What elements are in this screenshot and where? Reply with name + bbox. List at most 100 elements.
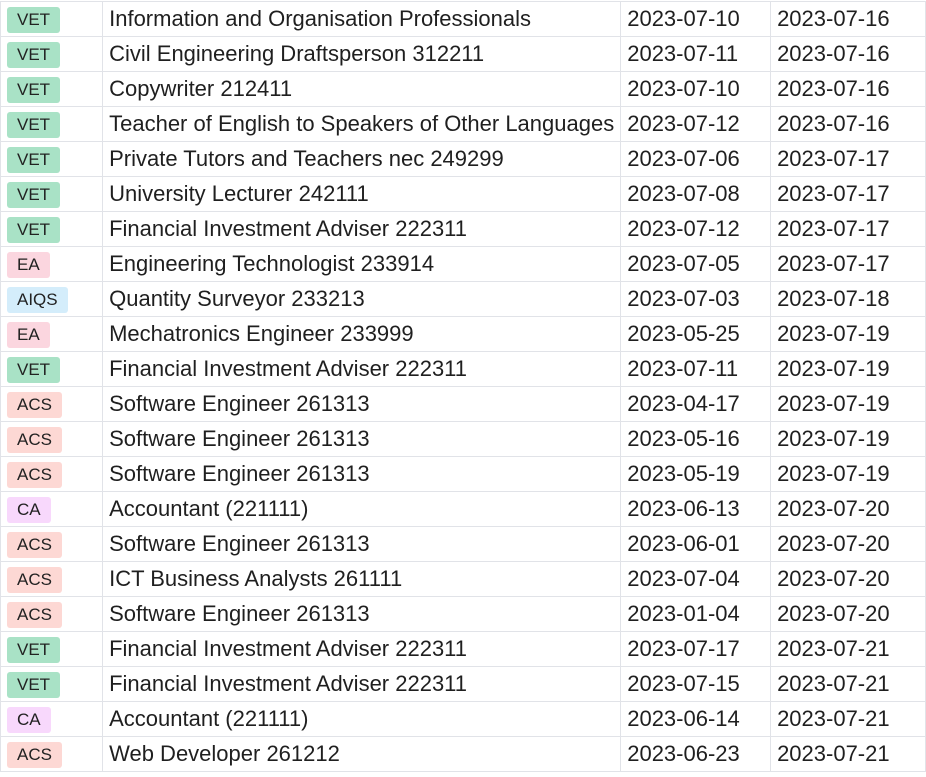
table-row[interactable]: VET Financial Investment Adviser 222311 … — [0, 211, 926, 247]
date2-cell[interactable]: 2023-07-18 — [770, 281, 926, 317]
date1-cell[interactable]: 2023-07-10 — [620, 1, 772, 37]
assessing-body-cell[interactable]: VET — [0, 176, 104, 212]
date2-cell[interactable]: 2023-07-17 — [770, 211, 926, 247]
assessing-body-cell[interactable]: CA — [0, 701, 104, 737]
assessing-body-cell[interactable]: VET — [0, 211, 104, 247]
date1-cell[interactable]: 2023-05-19 — [620, 456, 772, 492]
date1-cell[interactable]: 2023-07-11 — [620, 36, 772, 72]
table-row[interactable]: ACS Software Engineer 261313 2023-04-17 … — [0, 386, 926, 422]
table-row[interactable]: ACS Software Engineer 261313 2023-06-01 … — [0, 526, 926, 562]
date1-cell[interactable]: 2023-05-25 — [620, 316, 772, 352]
assessing-body-cell[interactable]: VET — [0, 666, 104, 702]
occupation-cell[interactable]: Engineering Technologist 233914 — [102, 246, 622, 282]
table-row[interactable]: ACS Software Engineer 261313 2023-05-19 … — [0, 456, 926, 492]
table-row[interactable]: VET Private Tutors and Teachers nec 2492… — [0, 141, 926, 177]
occupation-cell[interactable]: Teacher of English to Speakers of Other … — [102, 106, 622, 142]
assessing-body-cell[interactable]: CA — [0, 491, 104, 527]
date2-cell[interactable]: 2023-07-16 — [770, 106, 926, 142]
date1-cell[interactable]: 2023-07-10 — [620, 71, 772, 107]
assessing-body-cell[interactable]: ACS — [0, 596, 104, 632]
assessing-body-cell[interactable]: AIQS — [0, 281, 104, 317]
occupation-cell[interactable]: Financial Investment Adviser 222311 — [102, 666, 622, 702]
date2-cell[interactable]: 2023-07-19 — [770, 316, 926, 352]
assessing-body-cell[interactable]: VET — [0, 141, 104, 177]
date1-cell[interactable]: 2023-06-14 — [620, 701, 772, 737]
date2-cell[interactable]: 2023-07-17 — [770, 176, 926, 212]
assessing-body-cell[interactable]: VET — [0, 106, 104, 142]
assessing-body-cell[interactable]: ACS — [0, 386, 104, 422]
table-row[interactable]: VET Teacher of English to Speakers of Ot… — [0, 106, 926, 142]
table-row[interactable]: CA Accountant (221111) 2023-06-13 2023-0… — [0, 491, 926, 527]
occupation-cell[interactable]: Civil Engineering Draftsperson 312211 — [102, 36, 622, 72]
occupation-cell[interactable]: Information and Organisation Professiona… — [102, 1, 622, 37]
date2-cell[interactable]: 2023-07-19 — [770, 421, 926, 457]
occupation-cell[interactable]: Financial Investment Adviser 222311 — [102, 631, 622, 667]
assessing-body-cell[interactable]: ACS — [0, 736, 104, 772]
table-row[interactable]: AIQS Quantity Surveyor 233213 2023-07-03… — [0, 281, 926, 317]
date1-cell[interactable]: 2023-07-12 — [620, 106, 772, 142]
date2-cell[interactable]: 2023-07-21 — [770, 631, 926, 667]
occupation-cell[interactable]: Financial Investment Adviser 222311 — [102, 211, 622, 247]
date1-cell[interactable]: 2023-04-17 — [620, 386, 772, 422]
date2-cell[interactable]: 2023-07-21 — [770, 736, 926, 772]
occupation-cell[interactable]: Software Engineer 261313 — [102, 526, 622, 562]
assessing-body-cell[interactable]: VET — [0, 71, 104, 107]
table-row[interactable]: CA Accountant (221111) 2023-06-14 2023-0… — [0, 701, 926, 737]
date1-cell[interactable]: 2023-07-17 — [620, 631, 772, 667]
date2-cell[interactable]: 2023-07-19 — [770, 456, 926, 492]
date1-cell[interactable]: 2023-07-05 — [620, 246, 772, 282]
table-row[interactable]: VET University Lecturer 242111 2023-07-0… — [0, 176, 926, 212]
date2-cell[interactable]: 2023-07-17 — [770, 246, 926, 282]
occupation-cell[interactable]: University Lecturer 242111 — [102, 176, 622, 212]
occupation-cell[interactable]: Software Engineer 261313 — [102, 596, 622, 632]
assessing-body-cell[interactable]: EA — [0, 316, 104, 352]
date2-cell[interactable]: 2023-07-21 — [770, 701, 926, 737]
table-row[interactable]: EA Engineering Technologist 233914 2023-… — [0, 246, 926, 282]
date2-cell[interactable]: 2023-07-20 — [770, 491, 926, 527]
assessing-body-cell[interactable]: ACS — [0, 456, 104, 492]
date1-cell[interactable]: 2023-07-11 — [620, 351, 772, 387]
assessing-body-cell[interactable]: ACS — [0, 561, 104, 597]
occupation-cell[interactable]: Software Engineer 261313 — [102, 386, 622, 422]
assessing-body-cell[interactable]: ACS — [0, 421, 104, 457]
occupation-cell[interactable]: Private Tutors and Teachers nec 249299 — [102, 141, 622, 177]
assessing-body-cell[interactable]: VET — [0, 36, 104, 72]
assessing-body-cell[interactable]: ACS — [0, 526, 104, 562]
occupation-cell[interactable]: Financial Investment Adviser 222311 — [102, 351, 622, 387]
date1-cell[interactable]: 2023-05-16 — [620, 421, 772, 457]
occupation-cell[interactable]: Quantity Surveyor 233213 — [102, 281, 622, 317]
occupation-cell[interactable]: Mechatronics Engineer 233999 — [102, 316, 622, 352]
date2-cell[interactable]: 2023-07-16 — [770, 36, 926, 72]
table-row[interactable]: VET Civil Engineering Draftsperson 31221… — [0, 36, 926, 72]
date1-cell[interactable]: 2023-07-03 — [620, 281, 772, 317]
table-row[interactable]: ACS Web Developer 261212 2023-06-23 2023… — [0, 736, 926, 772]
date1-cell[interactable]: 2023-06-13 — [620, 491, 772, 527]
date2-cell[interactable]: 2023-07-19 — [770, 386, 926, 422]
date2-cell[interactable]: 2023-07-16 — [770, 1, 926, 37]
date1-cell[interactable]: 2023-01-04 — [620, 596, 772, 632]
date2-cell[interactable]: 2023-07-17 — [770, 141, 926, 177]
date2-cell[interactable]: 2023-07-20 — [770, 596, 926, 632]
assessing-body-cell[interactable]: VET — [0, 631, 104, 667]
assessing-body-cell[interactable]: VET — [0, 1, 104, 37]
date2-cell[interactable]: 2023-07-20 — [770, 526, 926, 562]
date1-cell[interactable]: 2023-06-01 — [620, 526, 772, 562]
table-row[interactable]: VET Copywriter 212411 2023-07-10 2023-07… — [0, 71, 926, 107]
occupation-cell[interactable]: Accountant (221111) — [102, 701, 622, 737]
date1-cell[interactable]: 2023-07-08 — [620, 176, 772, 212]
occupation-cell[interactable]: ICT Business Analysts 261111 — [102, 561, 622, 597]
table-row[interactable]: VET Financial Investment Adviser 222311 … — [0, 631, 926, 667]
date1-cell[interactable]: 2023-07-06 — [620, 141, 772, 177]
occupation-cell[interactable]: Software Engineer 261313 — [102, 456, 622, 492]
date1-cell[interactable]: 2023-06-23 — [620, 736, 772, 772]
table-row[interactable]: VET Information and Organisation Profess… — [0, 1, 926, 37]
date1-cell[interactable]: 2023-07-04 — [620, 561, 772, 597]
assessing-body-cell[interactable]: VET — [0, 351, 104, 387]
occupation-cell[interactable]: Accountant (221111) — [102, 491, 622, 527]
table-row[interactable]: VET Financial Investment Adviser 222311 … — [0, 666, 926, 702]
assessing-body-cell[interactable]: EA — [0, 246, 104, 282]
occupation-cell[interactable]: Copywriter 212411 — [102, 71, 622, 107]
date2-cell[interactable]: 2023-07-16 — [770, 71, 926, 107]
date1-cell[interactable]: 2023-07-12 — [620, 211, 772, 247]
occupation-cell[interactable]: Software Engineer 261313 — [102, 421, 622, 457]
